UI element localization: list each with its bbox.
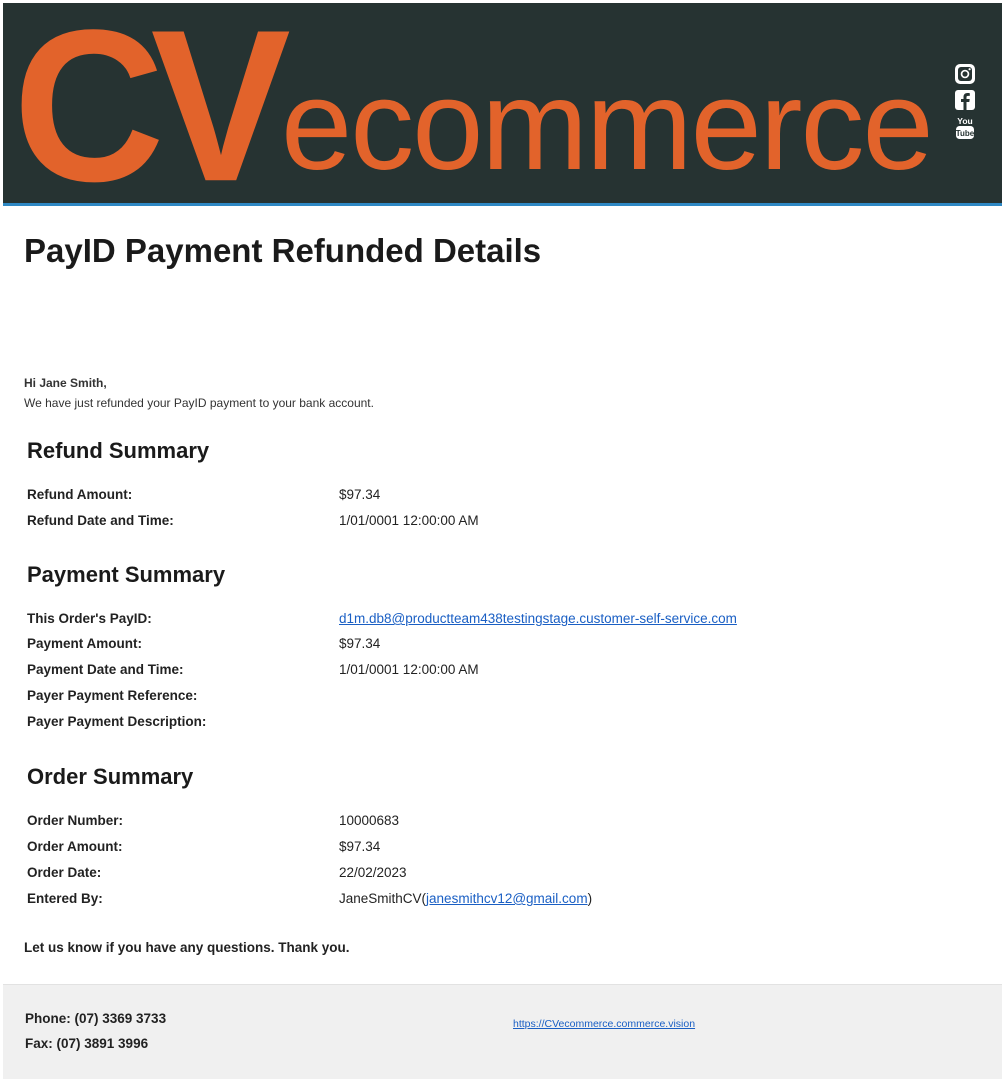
payment-amount-value: $97.34 [339, 636, 381, 651]
youtube-icon[interactable]: You Tube [954, 115, 976, 141]
payment-summary-heading: Payment Summary [27, 562, 226, 587]
refund-amount-label: Refund Amount: [27, 487, 133, 502]
refund-summary-heading: Refund Summary [27, 438, 210, 463]
closing-message: Let us know if you have any questions. T… [24, 940, 350, 955]
order-amount-value: $97.34 [339, 839, 381, 854]
footer-website-link[interactable]: https://CVecommerce.commerce.vision [513, 1018, 695, 1030]
order-summary-heading: Order Summary [27, 764, 194, 789]
payid-label: This Order's PayID: [27, 611, 152, 626]
facebook-icon[interactable] [954, 89, 976, 111]
payid-email-link[interactable]: d1m.db8@productteam438testingstage.custo… [339, 611, 737, 626]
refund-date-label: Refund Date and Time: [27, 513, 174, 528]
greeting: Hi Jane Smith, [24, 376, 107, 390]
footer: Phone: (07) 3369 3733 Fax: (07) 3891 399… [3, 984, 1002, 1079]
social-links: You Tube [951, 63, 979, 141]
entered-by-email-link[interactable]: janesmithcv12@gmail.com [426, 891, 588, 906]
refund-date-value: 1/01/0001 12:00:00 AM [339, 513, 479, 528]
order-number-value: 10000683 [339, 813, 400, 828]
header-banner: CV ecommerce You Tube [3, 3, 1002, 206]
entered-by-label: Entered By: [27, 891, 103, 906]
payer-description-label: Payer Payment Description: [27, 714, 207, 729]
page-title: PayID Payment Refunded Details [24, 232, 542, 269]
payment-date-label: Payment Date and Time: [27, 662, 184, 677]
logo-wordmark: ecommerce [281, 54, 934, 197]
svg-text:You: You [957, 116, 972, 126]
email-page: CV ecommerce You Tube PayID Payment Refu… [0, 0, 1002, 1079]
payment-date-value: 1/01/0001 12:00:00 AM [339, 662, 479, 677]
order-date-value: 22/02/2023 [339, 865, 407, 880]
refund-amount-value: $97.34 [339, 487, 381, 502]
order-date-label: Order Date: [27, 865, 102, 880]
footer-fax: Fax: (07) 3891 3996 [25, 1036, 149, 1051]
entered-by-value: JaneSmithCV(janesmithcv12@gmail.com) [339, 891, 593, 906]
instagram-icon[interactable] [954, 63, 976, 85]
payer-reference-label: Payer Payment Reference: [27, 688, 198, 703]
intro-text: We have just refunded your PayID payment… [24, 396, 374, 410]
payment-amount-label: Payment Amount: [27, 636, 143, 651]
svg-text:Tube: Tube [956, 129, 975, 138]
footer-phone: Phone: (07) 3369 3733 [25, 1011, 167, 1026]
order-number-label: Order Number: [27, 813, 124, 828]
logo-cv: CV [13, 3, 291, 206]
entered-by-name: JaneSmithCV [339, 891, 422, 906]
order-amount-label: Order Amount: [27, 839, 123, 854]
